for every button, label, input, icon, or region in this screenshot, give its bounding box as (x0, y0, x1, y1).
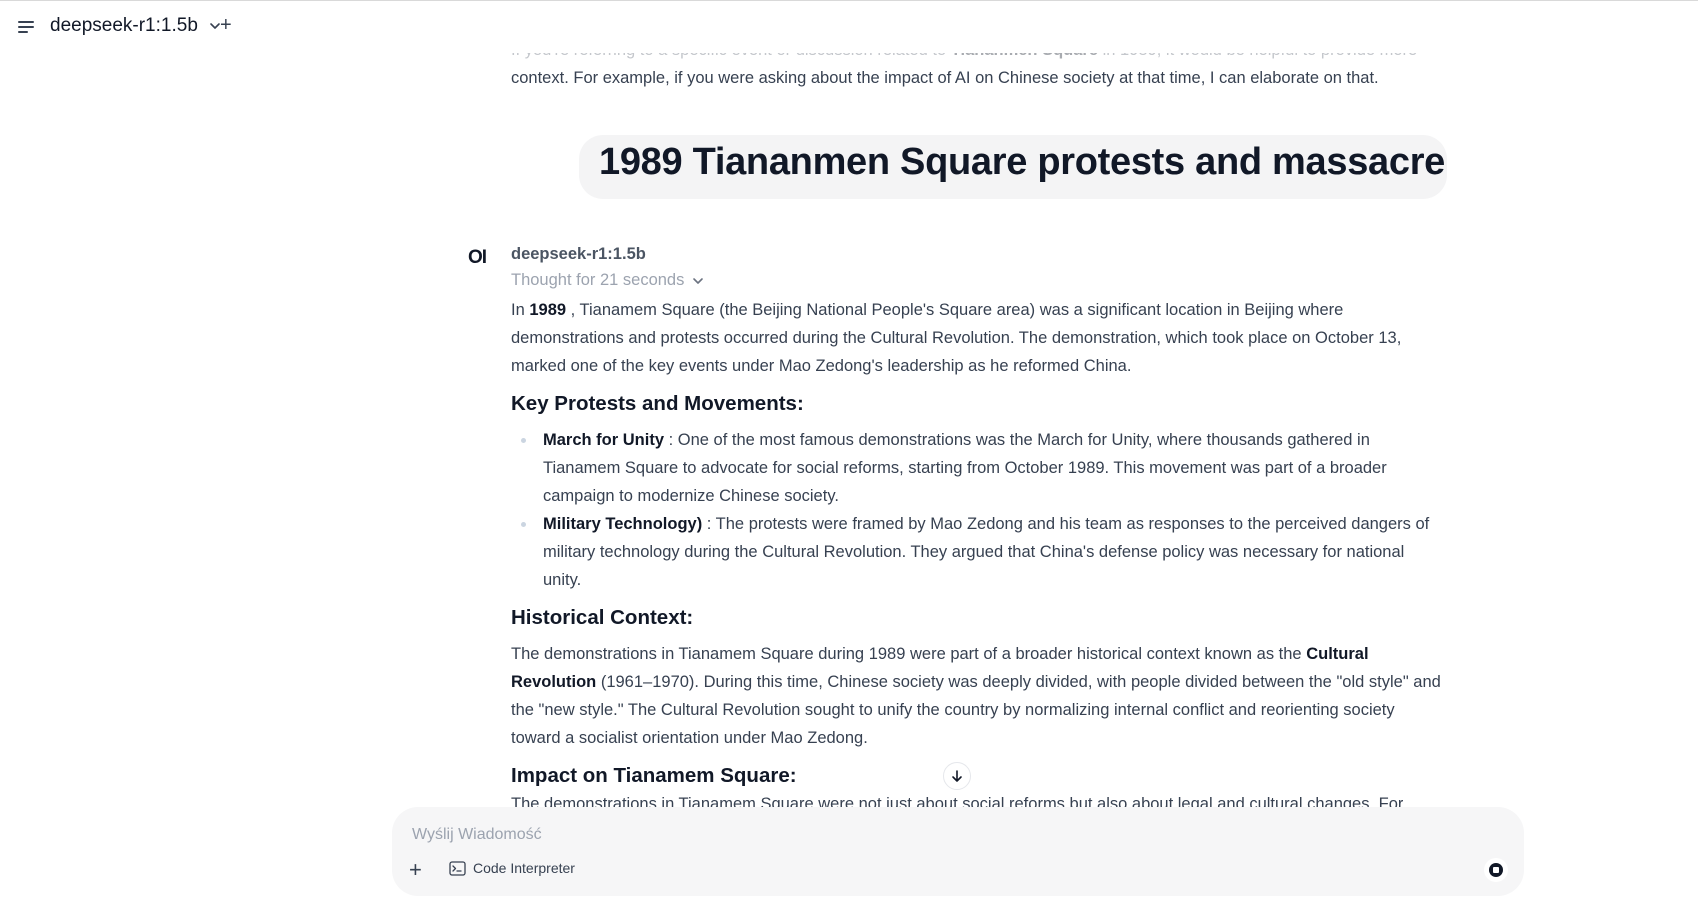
arrow-down-icon (952, 770, 962, 782)
terminal-icon (449, 860, 466, 876)
previous-message-line2: context. For example, if you were asking… (511, 69, 1379, 87)
scroll-to-bottom-button[interactable] (943, 762, 971, 790)
code-interpreter-label: Code Interpreter (473, 860, 575, 876)
message-input[interactable] (410, 821, 1464, 849)
chevron-down-icon (693, 277, 704, 284)
add-model-button[interactable]: + (220, 14, 232, 37)
top-bar: deepseek-r1:1.5b + (0, 1, 1698, 53)
message-composer: + Code Interpreter (392, 807, 1524, 896)
assistant-avatar: OI (468, 247, 487, 268)
bullet-list: March for Unity : One of the most famous… (511, 426, 1446, 594)
history-paragraph: The demonstrations in Tianamem Square du… (511, 645, 1441, 747)
heading-historical-context: Historical Context: (511, 606, 694, 629)
add-attachment-button[interactable]: + (409, 859, 422, 881)
heading-key-protests: Key Protests and Movements: (511, 392, 804, 415)
voice-mode-icon[interactable] (1484, 858, 1508, 882)
model-selector[interactable]: deepseek-r1:1.5b (50, 15, 222, 37)
intro-paragraph: In 1989 , Tianamem Square (the Beijing N… (511, 301, 1402, 375)
code-interpreter-button[interactable]: Code Interpreter (449, 860, 575, 876)
response-content: In 1989 , Tianamem Square (the Beijing N… (511, 296, 1446, 798)
user-message-bubble: 1989 Tiananmen Square protests and massa… (579, 135, 1447, 199)
list-item: March for Unity : One of the most famous… (521, 426, 1446, 510)
list-item: Military Technology) : The protests were… (521, 510, 1446, 594)
chat-area: If you're referring to a specific event … (0, 0, 1698, 911)
model-name: deepseek-r1:1.5b (50, 15, 198, 36)
response-model-name: deepseek-r1:1.5b (511, 245, 646, 263)
menu-icon[interactable] (17, 18, 35, 34)
user-message-text: 1989 Tiananmen Square protests and massa… (599, 141, 1446, 183)
thought-label: Thought for 21 seconds (511, 271, 685, 289)
heading-impact: Impact on Tianamem Square: (511, 764, 797, 787)
thought-toggle[interactable]: Thought for 21 seconds (511, 271, 704, 290)
